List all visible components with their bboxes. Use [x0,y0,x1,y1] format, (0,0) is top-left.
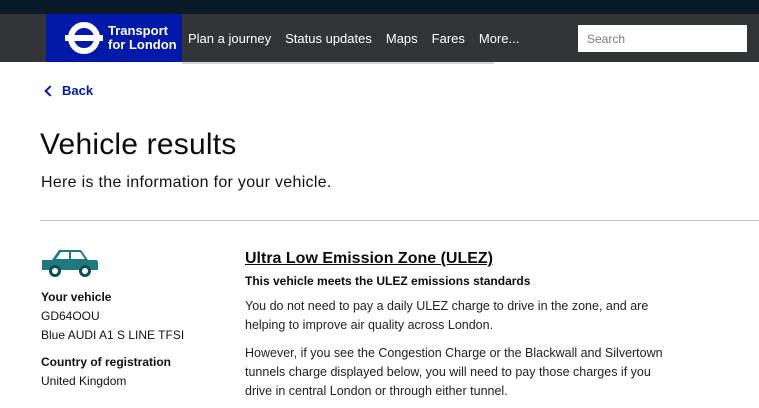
ulez-para-1: You do not need to pay a daily ULEZ char… [245,299,649,332]
ulez-result: Ultra Low Emission Zone (ULEZ) This vehi… [245,250,675,408]
tfl-logo[interactable]: Transport for London [46,14,182,62]
back-link[interactable]: Back [44,83,94,98]
vehicle-description: Blue AUDI A1 S LINE TFSI [41,328,185,342]
chevron-left-icon [44,84,56,97]
logo-line2: for London [108,37,177,52]
vehicle-registration: GD64OOU [41,309,100,323]
main-nav: Plan a journey Status updates Maps Fares… [188,14,533,62]
nav-status-updates[interactable]: Status updates [285,31,372,46]
nav-fares[interactable]: Fares [432,31,465,46]
nav-underline [182,62,494,64]
ulez-heading[interactable]: Ultra Low Emission Zone (ULEZ) [245,250,675,268]
search-input[interactable] [578,25,747,52]
intro-text: Here is the information for your vehicle… [41,174,332,191]
tfl-roundel-icon [65,22,103,54]
top-strip [0,0,759,14]
country-label: Country of registration [41,355,172,369]
country-value: United Kingdom [41,374,127,388]
ulez-status: This vehicle meets the ULEZ emissions st… [245,274,531,288]
back-label: Back [62,83,94,98]
nav-more[interactable]: More... [479,31,519,46]
your-vehicle-label: Your vehicle [41,290,112,304]
page-title: Vehicle results [40,128,237,161]
car-icon [42,250,98,277]
ulez-para-2: However, if you see the Congestion Charg… [245,346,663,398]
vehicle-details: Your vehicle GD64OOU Blue AUDI A1 S LINE… [41,288,184,391]
divider [40,220,759,221]
logo-line1: Transport [108,23,168,38]
nav-maps[interactable]: Maps [386,31,418,46]
nav-plan-journey[interactable]: Plan a journey [188,31,271,46]
